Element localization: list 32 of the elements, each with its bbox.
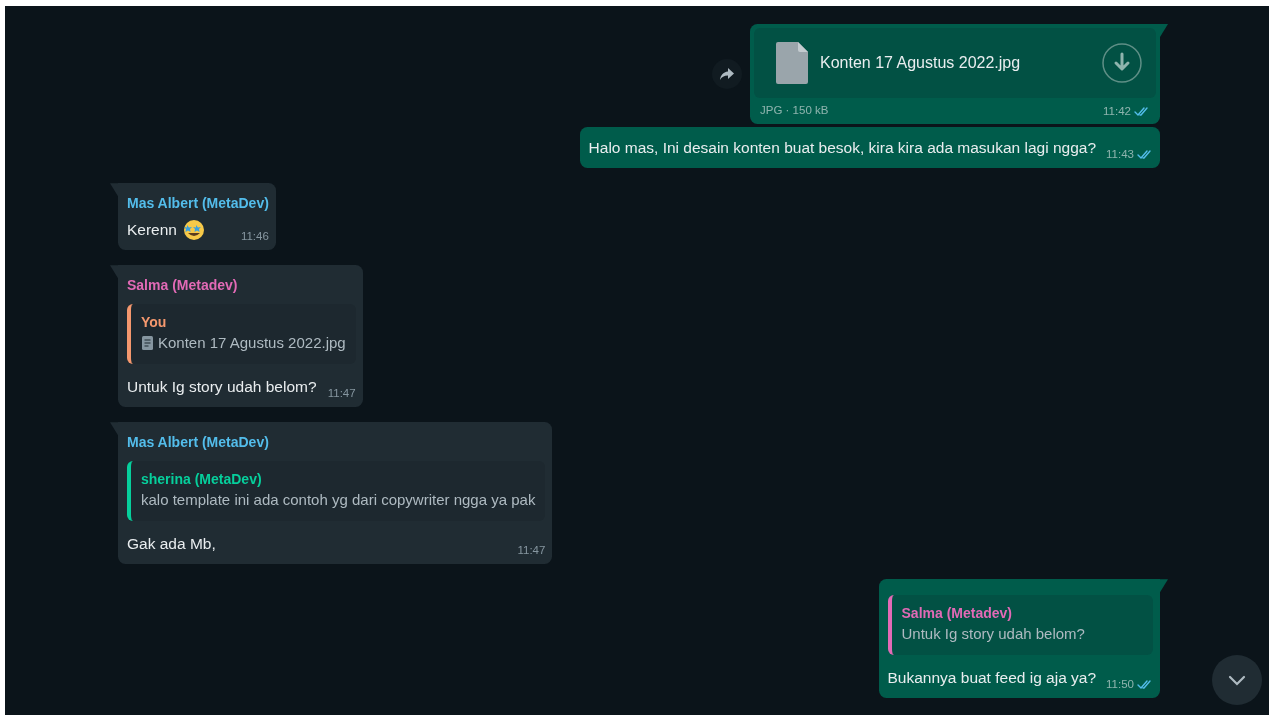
message-time: 11:42	[1103, 104, 1131, 119]
quoted-message[interactable]: You Konten 17 Agustus 2022.jpg	[127, 304, 356, 365]
quote-author: sherina (MetaDev)	[141, 470, 263, 490]
file-size: JPG · 150 kB	[760, 103, 829, 118]
quote-author: Salma (Metadev)	[901, 604, 1013, 624]
message-time: 11:47	[517, 543, 546, 558]
message-time: 11:50	[1106, 677, 1134, 692]
quoted-message[interactable]: Salma (Metadev) Untuk Ig story udah belom?	[887, 595, 1153, 656]
message-text: Kerenn	[127, 220, 177, 241]
file-attachment[interactable]: Konten 17 Agustus 2022.jpg	[754, 28, 1156, 98]
download-icon[interactable]	[1102, 43, 1142, 83]
message-text: Untuk Ig story udah belom?	[127, 377, 317, 398]
quoted-message[interactable]: sherina (MetaDev) kalo template ini ada contoh yg dari copywriter ngga ya pak	[127, 461, 546, 522]
message-text: Bukannya buat feed ig aja ya?	[887, 668, 1097, 689]
quote-text: Untuk Ig story udah belom?	[901, 624, 1086, 645]
file-name: Konten 17 Agustus 2022.jpg	[820, 53, 1022, 73]
file-icon	[776, 42, 808, 84]
message-time: 11:47	[327, 386, 356, 401]
sender-name: Mas Albert (MetaDev)	[127, 433, 270, 453]
message-time: 11:46	[240, 229, 269, 244]
message-text: Gak ada Mb,	[127, 534, 216, 555]
document-icon	[141, 335, 154, 352]
forward-button[interactable]	[712, 59, 742, 89]
quote-text: Konten 17 Agustus 2022.jpg	[158, 333, 346, 354]
message-time: 11:43	[1106, 147, 1134, 162]
quote-text: kalo template ini ada contoh yg dari copywriter ngga ya pak	[141, 490, 536, 511]
quote-author: You	[141, 313, 168, 333]
chevron-down-icon	[1228, 674, 1246, 686]
sender-name: Salma (Metadev)	[127, 276, 239, 296]
forward-arrow-icon	[719, 66, 735, 82]
message-text: Halo mas, Ini desain konten buat besok, kira kira ada masukan lagi ngga?	[588, 138, 1097, 159]
sender-name: Mas Albert (MetaDev)	[127, 194, 269, 214]
